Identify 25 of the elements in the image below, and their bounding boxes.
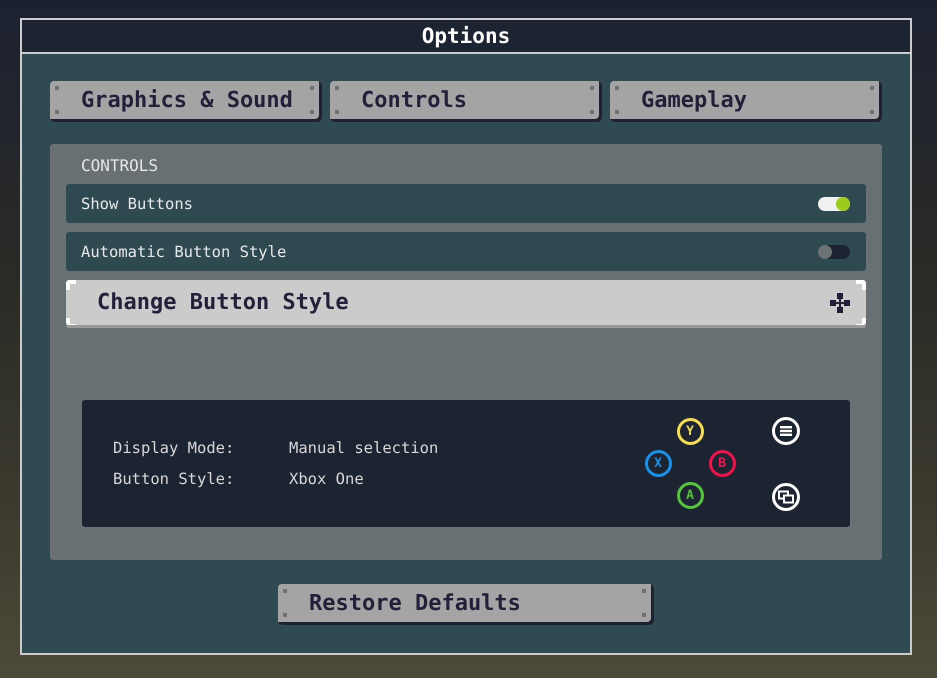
field-label: Button Style: (113, 470, 236, 488)
setting-label: Show Buttons (81, 194, 193, 212)
toggle-switch[interactable] (818, 196, 850, 210)
setting-label: Automatic Button Style (81, 242, 286, 260)
field-value: Xbox One (289, 470, 365, 488)
dpad-icon (830, 292, 850, 312)
controller-button-glyph: A (676, 482, 704, 509)
setting-label: Change Button Style (97, 290, 349, 315)
toggle-switch[interactable] (818, 244, 850, 258)
tab[interactable]: Graphics & Sound (50, 81, 322, 122)
setting-row[interactable]: Automatic Button Style (66, 232, 866, 271)
controller-button-glyph: Y (676, 418, 704, 445)
setting-row[interactable]: Change Button Style (66, 280, 866, 328)
setting-row[interactable]: Show Buttons (66, 184, 866, 223)
menu-icon (772, 416, 800, 444)
section-heading: CONTROLS (81, 158, 158, 174)
tab[interactable]: Controls (330, 81, 602, 122)
restore-defaults-button[interactable]: Restore Defaults (278, 584, 654, 625)
overlapping-squares-icon (772, 482, 800, 510)
tab[interactable]: Gameplay (610, 81, 882, 122)
controller-button-glyph: X (644, 450, 672, 477)
field-label: Display Mode: (113, 438, 236, 458)
controller-button-glyph: B (708, 450, 736, 477)
field-value: Manual selection (289, 438, 438, 458)
window-title: Options (422, 24, 510, 48)
